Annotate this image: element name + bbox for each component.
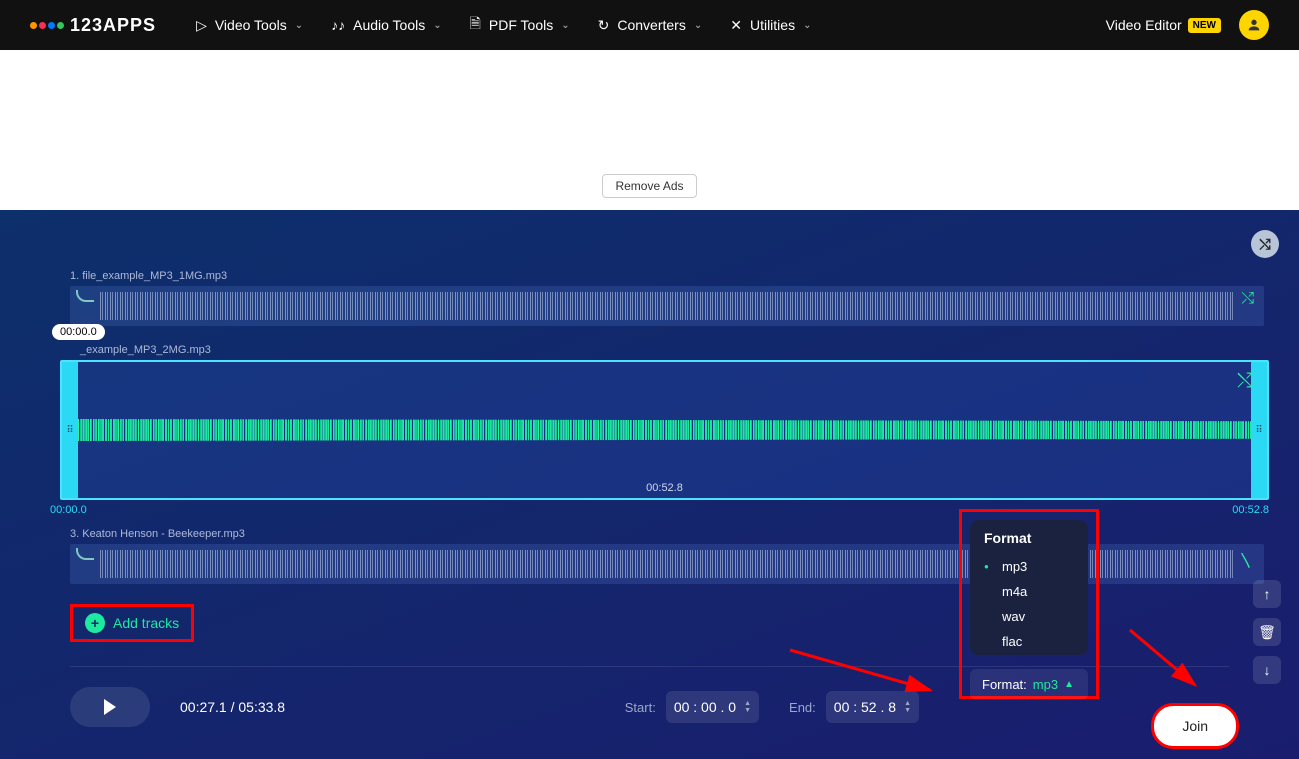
fade-in-icon [76,548,94,560]
nav-label: Video Tools [215,17,287,33]
range-start: 00:00.0 [50,504,87,516]
track-1-label: 1. file_example_MP3_1MG.mp3 [70,270,1269,282]
tools-icon: ✕ [730,17,742,34]
range-end: 00:52.8 [1232,504,1269,516]
format-menu: Format mp3 m4a wav flac [970,520,1088,655]
format-option-flac[interactable]: flac [984,629,1074,654]
start-label: Start: [625,700,656,715]
header: 123APPS ▷ Video Tools ⌄ ♪♪ Audio Tools ⌄… [0,0,1299,50]
chevron-down-icon: ⌄ [295,20,303,31]
shuffle-button[interactable]: ⤭ [1251,230,1279,258]
logo-text: 123APPS [70,15,156,36]
format-options: mp3 m4a wav flac [984,554,1074,654]
add-tracks-label: Add tracks [113,615,179,631]
nav-label: Converters [617,17,685,33]
nav-audio-tools[interactable]: ♪♪ Audio Tools ⌄ [331,13,442,37]
end-label: End: [789,700,816,715]
chevron-down-icon: ⌄ [803,20,811,31]
start-field-group: Start: 00 : 00 . 0 ▲▼ [625,691,759,723]
caret-up-icon: ▲ [1064,679,1074,690]
logo-dots-icon [30,22,64,29]
file-icon: 🗎 [470,13,481,37]
convert-icon: ↻ [598,17,610,34]
crossfade-icon[interactable]: ⤭ [1237,370,1253,393]
time-tooltip: 00:00.0 [52,324,105,340]
format-select-label: Format: [982,677,1027,692]
nav-label: Audio Tools [353,17,425,33]
play-button[interactable] [70,687,150,727]
time-display: 00:27.1 / 05:33.8 [180,699,285,715]
end-field-group: End: 00 : 52 . 8 ▲▼ [789,691,919,723]
chevron-down-icon: ⌄ [433,20,441,31]
add-tracks-button[interactable]: + Add tracks [70,604,194,642]
waveform [100,292,1234,320]
avatar[interactable] [1239,10,1269,40]
plus-icon: + [85,613,105,633]
format-option-wav[interactable]: wav [984,604,1074,629]
handle-right[interactable]: ⠿ [1251,362,1267,498]
editor: ⤭ 1. file_example_MP3_1MG.mp3 ⤭ 00:00.0 … [0,210,1299,759]
waveform-2 [78,375,1251,485]
format-selected-value: mp3 [1033,677,1058,692]
header-right: Video Editor NEW [1106,10,1269,40]
fade-out-icon: 〵 [1238,548,1254,572]
handle-left[interactable]: ⠿ [62,362,78,498]
format-title: Format [984,530,1074,546]
user-icon [1246,17,1262,33]
nav-label: PDF Tools [489,17,553,33]
start-value: 00 : 00 . 0 [674,699,736,715]
stepper-icon[interactable]: ▲▼ [904,700,911,714]
stepper-icon[interactable]: ▲▼ [744,700,751,714]
delete-button[interactable]: 🗑 [1253,618,1281,646]
remove-ads-button[interactable]: Remove Ads [602,174,696,198]
chevron-down-icon: ⌄ [561,20,569,31]
track-2-wrap: 00:00.0 _example_MP3_2MG.mp3 ⠿ ⠿ ⤭ 00:52… [30,344,1269,516]
format-select[interactable]: Format: mp3 ▲ [970,669,1088,700]
fade-in-icon [76,290,94,302]
nav-utilities[interactable]: ✕ Utilities ⌄ [730,13,811,37]
video-editor-link[interactable]: Video Editor NEW [1106,17,1221,33]
audio-icon: ♪♪ [331,17,345,33]
nav-video-tools[interactable]: ▷ Video Tools ⌄ [196,13,303,37]
format-option-m4a[interactable]: m4a [984,579,1074,604]
chevron-down-icon: ⌄ [694,20,702,31]
play-icon [104,699,116,715]
play-icon: ▷ [196,17,207,34]
duration-label: 00:52.8 [646,482,683,494]
ad-space: Remove Ads [0,50,1299,210]
track-2[interactable]: ⠿ ⠿ ⤭ 00:52.8 [60,360,1269,500]
end-input[interactable]: 00 : 52 . 8 ▲▼ [826,691,919,723]
track-2-label: _example_MP3_2MG.mp3 [80,344,1269,356]
track-1[interactable]: ⤭ [70,286,1264,326]
nav: ▷ Video Tools ⌄ ♪♪ Audio Tools ⌄ 🗎 PDF T… [196,13,811,37]
logo[interactable]: 123APPS [30,15,156,36]
move-up-button[interactable]: ↑ [1253,580,1281,608]
nav-converters[interactable]: ↻ Converters ⌄ [598,13,703,37]
nav-pdf-tools[interactable]: 🗎 PDF Tools ⌄ [470,13,570,37]
new-badge: NEW [1188,18,1221,33]
join-button[interactable]: Join [1151,703,1239,749]
nav-label: Utilities [750,17,795,33]
format-popup: Format mp3 m4a wav flac Format: mp3 ▲ [959,509,1099,699]
format-option-mp3[interactable]: mp3 [984,554,1074,579]
join-wrap: Join [1151,703,1239,749]
start-input[interactable]: 00 : 00 . 0 ▲▼ [666,691,759,723]
video-editor-label: Video Editor [1106,17,1182,33]
end-value: 00 : 52 . 8 [834,699,896,715]
crossfade-icon[interactable]: ⤭ [1241,290,1254,308]
